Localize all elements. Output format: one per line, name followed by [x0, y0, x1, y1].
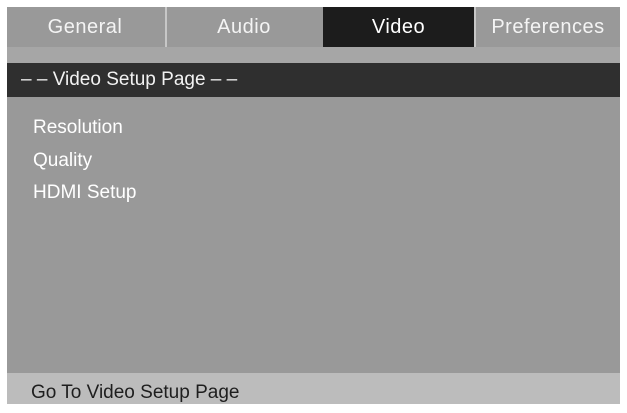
- status-bar: Go To Video Setup Page: [7, 373, 620, 404]
- dvd-setup-menu: General Audio Video Preferences – – Vide…: [7, 7, 620, 404]
- tab-general[interactable]: General: [7, 7, 163, 47]
- tab-preferences[interactable]: Preferences: [474, 7, 620, 47]
- menu-item-quality[interactable]: Quality: [33, 150, 92, 172]
- tab-video[interactable]: Video: [323, 7, 474, 47]
- menu-item-hdmi-setup[interactable]: HDMI Setup: [33, 182, 136, 204]
- menu-list: Resolution Quality HDMI Setup: [7, 97, 620, 373]
- tab-underline-band: [7, 47, 620, 63]
- status-text: Go To Video Setup Page: [31, 382, 240, 403]
- page-title-bar: – – Video Setup Page – –: [7, 63, 620, 97]
- page-title: – – Video Setup Page – –: [21, 69, 238, 90]
- menu-item-resolution[interactable]: Resolution: [33, 117, 123, 139]
- tab-audio[interactable]: Audio: [165, 7, 321, 47]
- tab-bar: General Audio Video Preferences: [7, 7, 620, 47]
